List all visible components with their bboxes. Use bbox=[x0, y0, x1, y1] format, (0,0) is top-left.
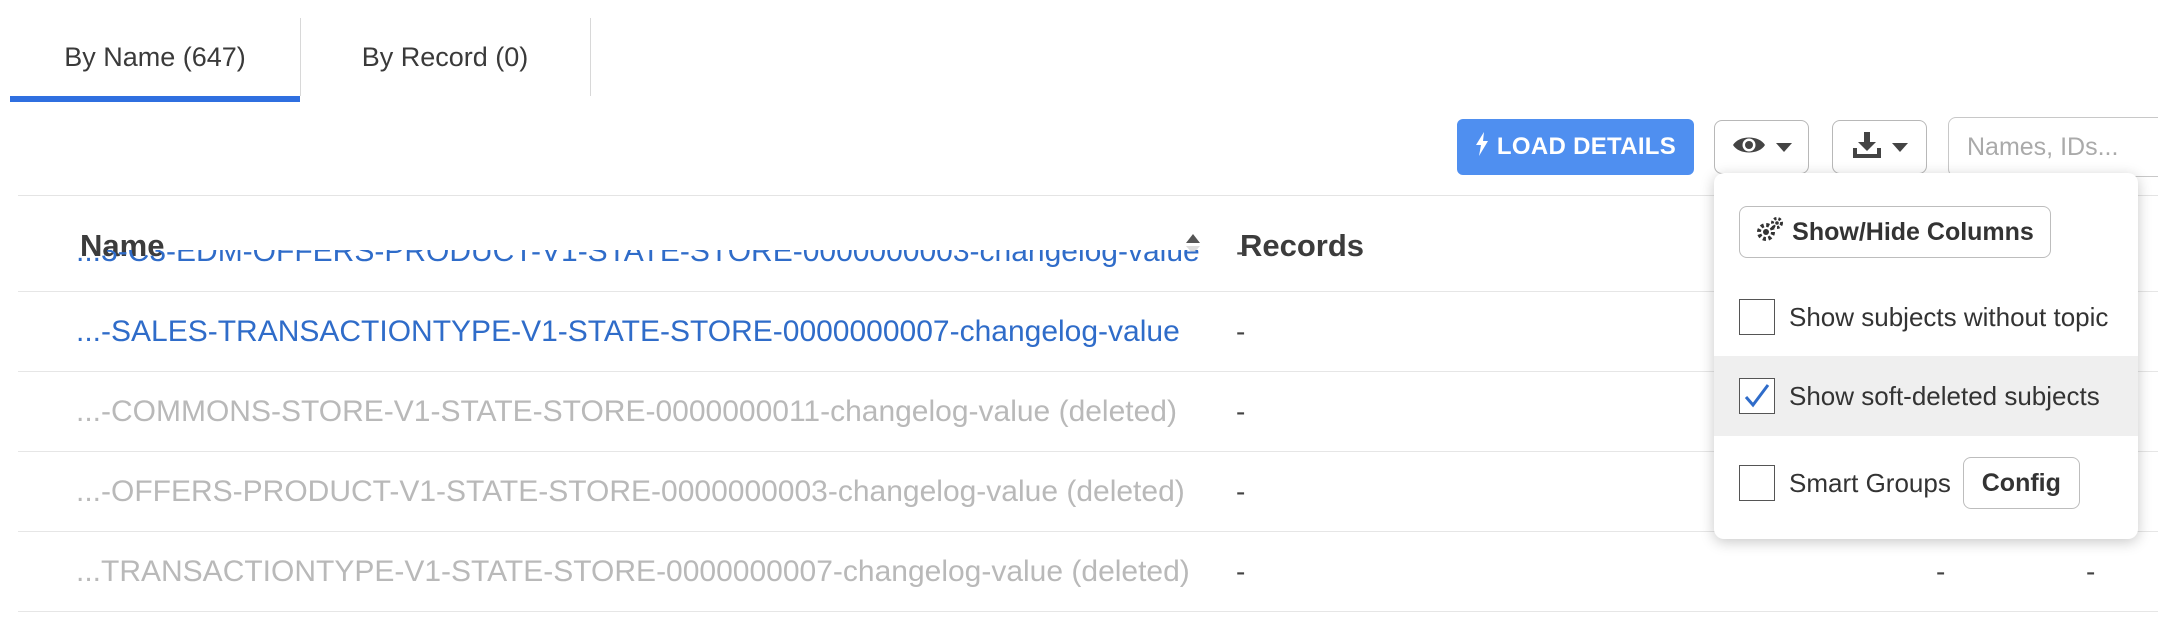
config-button[interactable]: Config bbox=[1962, 457, 2080, 509]
view-options-dropdown[interactable] bbox=[1714, 120, 1809, 174]
bolt-icon bbox=[1475, 131, 1489, 163]
records-cell: - bbox=[1236, 555, 1246, 587]
tab-by-name[interactable]: By Name (647) bbox=[10, 18, 300, 102]
check-icon bbox=[1744, 384, 1770, 408]
tab-divider bbox=[300, 18, 301, 96]
checkbox-show-soft-deleted-subjects[interactable] bbox=[1739, 378, 1775, 414]
chevron-down-icon bbox=[1891, 142, 1908, 152]
tab-by-name-label: By Name (647) bbox=[64, 41, 246, 72]
download-icon bbox=[1852, 131, 1882, 164]
view-options-popover: Show/Hide Columns Show subjects without … bbox=[1714, 173, 2138, 539]
extra-cell: - bbox=[2086, 555, 2096, 587]
eye-icon bbox=[1732, 134, 1766, 161]
option-label: Show soft-deleted subjects bbox=[1789, 380, 2100, 411]
tab-divider bbox=[590, 18, 591, 96]
checkbox-show-subjects-without-topic[interactable] bbox=[1739, 299, 1775, 335]
option-show-soft-deleted-subjects[interactable]: Show soft-deleted subjects bbox=[1714, 356, 2138, 436]
records-cell: - bbox=[1236, 475, 1246, 507]
tab-by-record-label: By Record (0) bbox=[361, 41, 529, 72]
checkbox-smart-groups[interactable] bbox=[1739, 465, 1775, 501]
table-row: ...TRANSACTIONTYPE-V1-STATE-STORE-000000… bbox=[18, 532, 2158, 612]
option-show-subjects-without-topic[interactable]: Show subjects without topic bbox=[1714, 277, 2138, 357]
chevron-down-icon bbox=[1775, 142, 1792, 152]
subject-name-link[interactable]: ...3-C3-EDM-OFFERS-PRODUCT-V1-STATE-STOR… bbox=[76, 250, 1200, 269]
subject-name-deleted[interactable]: ...TRANSACTIONTYPE-V1-STATE-STORE-000000… bbox=[76, 555, 1190, 589]
show-hide-columns-button[interactable]: Show/Hide Columns bbox=[1739, 206, 2051, 258]
records-cell: - bbox=[1236, 395, 1246, 427]
gears-icon bbox=[1756, 216, 1784, 249]
option-label: Smart Groups bbox=[1789, 467, 1951, 498]
tab-by-record[interactable]: By Record (0) bbox=[300, 18, 590, 96]
option-smart-groups[interactable]: Smart Groups Config bbox=[1714, 443, 2138, 523]
records-cell: - bbox=[1236, 315, 1246, 347]
load-details-button[interactable]: LOAD DETAILS bbox=[1457, 119, 1694, 175]
records-cell: - bbox=[1236, 250, 1246, 267]
subject-name-deleted[interactable]: ...-OFFERS-PRODUCT-V1-STATE-STORE-000000… bbox=[76, 475, 1185, 509]
load-details-label: LOAD DETAILS bbox=[1496, 133, 1677, 160]
extra-cell: - bbox=[1936, 555, 1946, 587]
download-dropdown[interactable] bbox=[1832, 120, 1927, 174]
option-label: Show subjects without topic bbox=[1789, 301, 2109, 332]
show-hide-columns-label: Show/Hide Columns bbox=[1792, 217, 2034, 246]
subject-name-deleted[interactable]: ...-COMMONS-STORE-V1-STATE-STORE-0000000… bbox=[76, 395, 1177, 429]
search-input[interactable] bbox=[1948, 117, 2158, 177]
subject-name-link[interactable]: ...-SALES-TRANSACTIONTYPE-V1-STATE-STORE… bbox=[76, 315, 1180, 349]
